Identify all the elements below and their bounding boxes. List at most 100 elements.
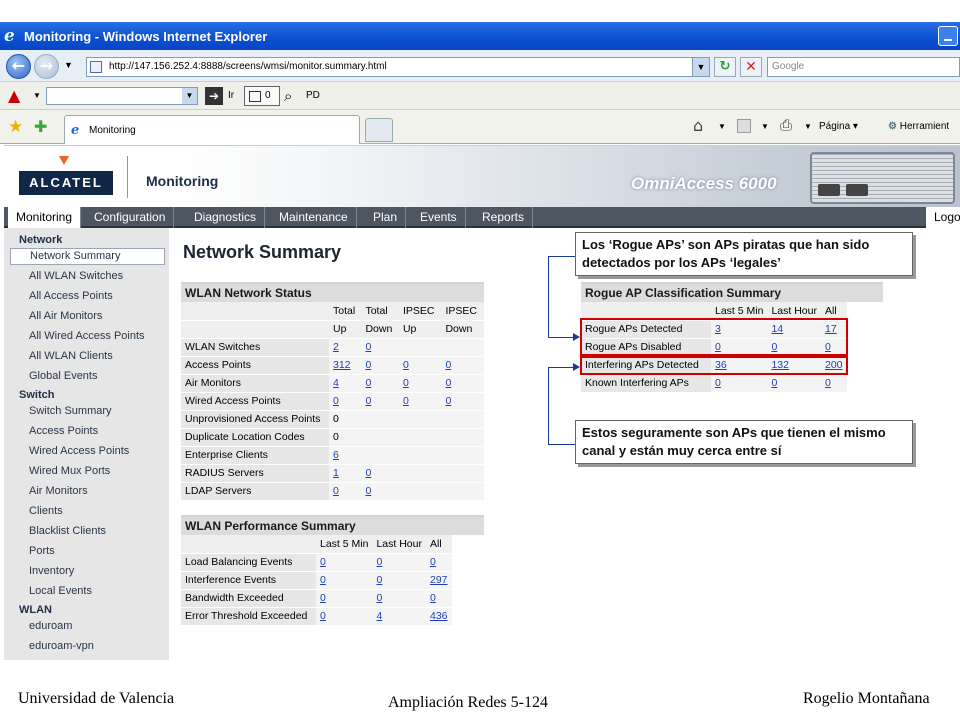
connector-bracket <box>548 256 549 337</box>
value-link[interactable]: 0 <box>333 395 339 407</box>
menu-maintenance[interactable]: Maintenance <box>271 207 357 228</box>
acrobat-icon[interactable]: ▲ <box>8 86 20 105</box>
acrobat-dropdown-icon[interactable]: ▼ <box>33 91 41 100</box>
new-tab-button[interactable] <box>365 118 393 142</box>
value-link[interactable]: 6 <box>333 449 339 461</box>
sidebar-item-global-events[interactable]: Global Events <box>29 370 97 382</box>
gear-icon: ⚙ <box>888 121 897 132</box>
history-dropdown-icon[interactable]: ▼ <box>64 60 73 70</box>
sidebar-item-all-wired-access-points[interactable]: All Wired Access Points <box>29 330 145 342</box>
sidebar-item-all-wlan-switches[interactable]: All WLAN Switches <box>29 270 123 282</box>
sidebar-item-network-summary[interactable]: Network Summary <box>10 248 165 265</box>
sidebar-item-blacklist-clients[interactable]: Blacklist Clients <box>29 525 106 537</box>
tools-menu[interactable]: ⚙ Herramient <box>888 121 949 132</box>
menu-reports[interactable]: Reports <box>474 207 534 228</box>
sidebar-item-all-access-points[interactable]: All Access Points <box>29 290 113 302</box>
pd-label[interactable]: PD <box>306 90 320 101</box>
menu-plan[interactable]: Plan <box>365 207 407 228</box>
value-link[interactable]: 436 <box>430 610 448 622</box>
value-link[interactable]: 0 <box>365 359 371 371</box>
value-link[interactable]: 297 <box>430 574 448 586</box>
value-link[interactable]: 0 <box>403 395 409 407</box>
minimize-button[interactable] <box>938 26 958 46</box>
column-header: All <box>425 535 452 554</box>
value-link[interactable]: 0 <box>376 574 382 586</box>
sidebar-item-all-air-monitors[interactable]: All Air Monitors <box>29 310 102 322</box>
value-link[interactable]: 0 <box>445 377 451 389</box>
value-link[interactable]: 0 <box>320 574 326 586</box>
value-link[interactable]: 0 <box>430 592 436 604</box>
combo-dropdown-icon[interactable]: ▼ <box>182 88 197 104</box>
table-row: RADIUS Servers 1 0 <box>181 464 484 483</box>
value-link[interactable]: 0 <box>320 556 326 568</box>
value-link[interactable]: 0 <box>771 377 777 389</box>
sidebar-item-inventory[interactable]: Inventory <box>29 565 74 577</box>
sidebar-item-air-monitors[interactable]: Air Monitors <box>29 485 88 497</box>
feeds-icon[interactable] <box>737 119 751 133</box>
address-dropdown-icon[interactable]: ▼ <box>692 58 709 76</box>
value-link[interactable]: 4 <box>376 610 382 622</box>
menu-events[interactable]: Events <box>412 207 466 228</box>
value-link[interactable]: 0 <box>376 592 382 604</box>
value-link[interactable]: 0 <box>715 377 721 389</box>
sidebar-heading-switch: Switch <box>19 389 55 401</box>
menu-logout[interactable]: Logo <box>926 207 960 228</box>
value-link[interactable]: 4 <box>333 377 339 389</box>
refresh-button[interactable]: ↻ <box>714 57 736 77</box>
value-link[interactable]: 0 <box>365 467 371 479</box>
value-link[interactable]: 0 <box>403 377 409 389</box>
home-dropdown-icon[interactable]: ▼ <box>718 122 726 131</box>
address-bar[interactable]: http://147.156.252.4:8888/screens/wmsi/m… <box>86 57 710 77</box>
menu-diagnostics[interactable]: Diagnostics <box>186 207 266 228</box>
stop-button[interactable]: ✕ <box>740 57 762 77</box>
tabs-counter-button[interactable]: 0 <box>244 86 280 106</box>
print-icon[interactable]: ⎙ <box>780 116 792 134</box>
table-header-row: Up Down Up Down <box>181 320 484 339</box>
sidebar-item-ports[interactable]: Ports <box>29 545 55 557</box>
page-menu[interactable]: Página ▾ <box>819 121 858 132</box>
menu-monitoring[interactable]: Monitoring <box>8 207 82 228</box>
add-favorites-icon[interactable]: ✚ <box>34 117 47 136</box>
magnifier-icon[interactable]: ⌕ <box>284 87 292 105</box>
sidebar-item-switch-summary[interactable]: Switch Summary <box>29 405 112 417</box>
feeds-dropdown-icon[interactable]: ▼ <box>761 122 769 131</box>
value-link[interactable]: 0 <box>445 359 451 371</box>
value-link[interactable]: 0 <box>403 359 409 371</box>
value-link[interactable]: 0 <box>365 485 371 497</box>
sidebar-item-local-events[interactable]: Local Events <box>29 585 92 597</box>
value-link[interactable]: 0 <box>320 592 326 604</box>
favorites-star-icon[interactable]: ★ <box>8 117 23 137</box>
sidebar-item-wired-access-points[interactable]: Wired Access Points <box>29 445 129 457</box>
value-link[interactable]: 312 <box>333 359 351 371</box>
value-link[interactable]: 2 <box>333 341 339 353</box>
sidebar-item-wired-mux-ports[interactable]: Wired Mux Ports <box>29 465 110 477</box>
search-input[interactable]: Google <box>767 57 960 77</box>
go-label[interactable]: Ir <box>228 90 234 101</box>
value-link[interactable]: 0 <box>365 341 371 353</box>
sidebar-item-eduroam-vpn[interactable]: eduroam-vpn <box>29 640 94 652</box>
value-link[interactable]: 0 <box>365 377 371 389</box>
toolbar-combo-input[interactable]: ▼ <box>46 87 198 105</box>
value-link[interactable]: 0 <box>365 395 371 407</box>
value-link[interactable]: 0 <box>320 610 326 622</box>
value-link[interactable]: 0 <box>430 556 436 568</box>
go-button[interactable]: ➔ <box>205 87 223 105</box>
value-link[interactable]: 0 <box>333 485 339 497</box>
value-link[interactable]: 0 <box>825 377 831 389</box>
window-title: Monitoring - Windows Internet Explorer <box>24 29 268 44</box>
value-link[interactable]: 1 <box>333 467 339 479</box>
print-dropdown-icon[interactable]: ▼ <box>804 122 812 131</box>
tab-monitoring[interactable]: e Monitoring <box>64 115 360 144</box>
back-button[interactable]: ← <box>6 54 31 79</box>
sidebar-item-access-points[interactable]: Access Points <box>29 425 98 437</box>
forward-button[interactable]: → <box>34 54 59 79</box>
sidebar-item-eduroam[interactable]: eduroam <box>29 620 72 632</box>
search-placeholder: Google <box>772 61 805 72</box>
table-row: Known Interfering APs 0 0 0 <box>581 374 847 393</box>
value-link[interactable]: 0 <box>376 556 382 568</box>
value-link[interactable]: 0 <box>445 395 451 407</box>
sidebar-item-clients[interactable]: Clients <box>29 505 63 517</box>
menu-configuration[interactable]: Configuration <box>86 207 175 228</box>
sidebar-item-all-wlan-clients[interactable]: All WLAN Clients <box>29 350 113 362</box>
home-icon[interactable]: ⌂ <box>693 116 703 135</box>
